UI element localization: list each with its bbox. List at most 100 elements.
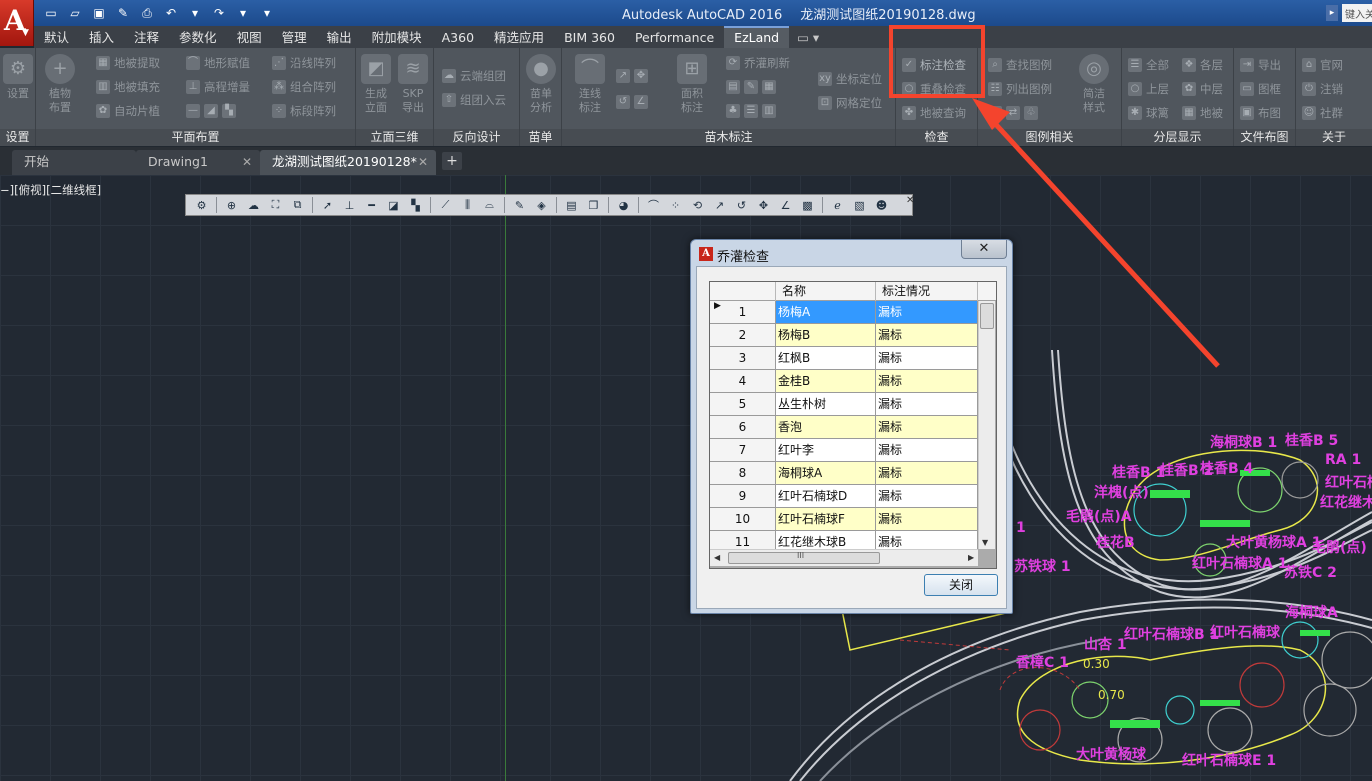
row-number[interactable]: 3 — [710, 347, 776, 370]
row-number[interactable]: 8 — [710, 462, 776, 485]
search-input[interactable]: 键入关键字 — [1342, 4, 1372, 22]
register-button[interactable]: ⏻ 注销 — [1302, 79, 1343, 99]
cell-name[interactable]: 红叶石楠球F — [776, 508, 876, 531]
table-row[interactable]: 4 金桂B 漏标 — [710, 370, 978, 393]
cell-status[interactable]: 漏标 — [876, 324, 978, 347]
tab-bim360[interactable]: BIM 360 — [554, 26, 625, 48]
scrollbar-thumb[interactable] — [980, 303, 994, 329]
sketchup-icon[interactable]: ◈ — [532, 197, 551, 214]
leader-icon[interactable]: ↗ — [710, 197, 729, 214]
generate-elevation-button[interactable]: ◩ 生成 立面 — [356, 54, 396, 115]
terrain-button[interactable]: ⌒ 地形赋值 — [186, 53, 250, 73]
print-icon[interactable]: ⎙ — [136, 4, 158, 22]
application-menu-button[interactable]: A ▼ — [0, 0, 34, 46]
ribbon-minimize-icon[interactable]: ▭ ▾ — [789, 26, 827, 48]
scatter-icon[interactable]: ⁘ — [666, 197, 685, 214]
mark-array-button[interactable]: ⁘ 标段阵列 — [272, 101, 336, 121]
tab-featured-apps[interactable]: 精选应用 — [484, 26, 554, 48]
label-tools-row-1[interactable]: ↗ ✥ — [616, 66, 648, 86]
select-frame-icon[interactable]: ⛶ — [266, 197, 285, 214]
coord-position-button[interactable]: xy 坐标定位 — [818, 69, 882, 89]
undo-icon[interactable]: ↶ — [160, 4, 182, 22]
tab-parametric[interactable]: 参数化 — [169, 26, 227, 48]
cell-name[interactable]: 香泡 — [776, 416, 876, 439]
combo-array-button[interactable]: ⁂ 组合阵列 — [272, 77, 336, 97]
scroll-left-icon[interactable]: ◀ — [714, 553, 720, 562]
table-row[interactable]: 10 红叶石楠球F 漏标 — [710, 508, 978, 531]
skp-export-button[interactable]: ≋ SKP 导出 — [393, 54, 433, 115]
layer-all-button[interactable]: ☰ 全部 — [1128, 55, 1169, 75]
color-wheel-icon[interactable]: ◕ — [614, 197, 633, 214]
table-icon[interactable]: ▤ — [562, 197, 581, 214]
cell-status[interactable]: 漏标 — [876, 347, 978, 370]
chevron-right-icon[interactable]: ▸ — [1326, 5, 1338, 21]
redo-icon[interactable]: ↷ — [208, 4, 230, 22]
cell-name[interactable]: 丛生朴树 — [776, 393, 876, 416]
legend-tools-row[interactable]: ⟲ ⇄ ♧ — [988, 103, 1038, 123]
row-number[interactable]: 7 — [710, 439, 776, 462]
cell-name[interactable]: 海桐球A — [776, 462, 876, 485]
table-row[interactable]: 6 香泡 漏标 — [710, 416, 978, 439]
rotate-icon[interactable]: ↺ — [732, 197, 751, 214]
browser-icon[interactable]: ℯ — [828, 197, 847, 214]
tab-insert[interactable]: 插入 — [79, 26, 124, 48]
cloud-group-button[interactable]: ☁ 云端组团 — [442, 66, 506, 86]
doc-tab-start[interactable]: 开始 — [12, 150, 136, 175]
cell-status[interactable]: 漏标 — [876, 462, 978, 485]
close-icon[interactable]: ✕ — [242, 150, 252, 174]
table-row[interactable]: 1 杨梅A 漏标 ▶ — [710, 301, 978, 324]
map-icon[interactable]: ▩ — [798, 197, 817, 214]
tab-annotate[interactable]: 注释 — [124, 26, 169, 48]
arc-icon[interactable]: ⌓ — [480, 197, 499, 214]
replace-icon[interactable]: ⟲ — [688, 197, 707, 214]
open-icon[interactable]: ▱ — [64, 4, 86, 22]
layout-button[interactable]: ▣ 布图 — [1240, 103, 1281, 123]
label-tools-row-2[interactable]: ↺ ∠ — [616, 92, 648, 112]
scrollbar-thumb[interactable]: III — [728, 551, 880, 564]
along-array-button[interactable]: ⋰ 沿线阵列 — [272, 53, 336, 73]
tab-ezland[interactable]: EzLand — [724, 26, 790, 48]
table-row[interactable]: 9 红叶石楠球D 漏标 — [710, 485, 978, 508]
tab-view[interactable]: 视图 — [227, 26, 272, 48]
cell-status[interactable]: 漏标 — [876, 301, 978, 324]
ground-query-button[interactable]: ✤ 地被查询 — [902, 103, 966, 123]
row-number[interactable]: 10 — [710, 508, 776, 531]
tab-performance[interactable]: Performance — [625, 26, 724, 48]
row-number[interactable]: 4 — [710, 370, 776, 393]
image-icon[interactable]: ▧ — [850, 197, 869, 214]
angle-icon[interactable]: ∠ — [776, 197, 795, 214]
table-row[interactable]: 2 杨梅B 漏标 — [710, 324, 978, 347]
new-icon[interactable]: ▭ — [40, 4, 62, 22]
extract-ground-button[interactable]: ▦ 地被提取 — [96, 53, 160, 73]
layer-ground-button[interactable]: ▦ 地被 — [1182, 103, 1223, 123]
saveas-icon[interactable]: ✎ — [112, 4, 134, 22]
curve-icon[interactable]: ⌒ — [644, 197, 663, 214]
tab-manage[interactable]: 管理 — [272, 26, 317, 48]
layer-top-button[interactable]: ○ 上层 — [1128, 79, 1169, 99]
penguin-icon[interactable]: ☻ — [872, 197, 891, 214]
layer-each-button[interactable]: ❖ 各层 — [1182, 55, 1223, 75]
doc-tab-current[interactable]: 龙湖测试图纸20190128* ✕ — [260, 150, 436, 175]
cell-name[interactable]: 金桂B — [776, 370, 876, 393]
community-button[interactable]: ☺ 社群 — [1302, 103, 1343, 123]
cell-status[interactable]: 漏标 — [876, 508, 978, 531]
tab-default[interactable]: 默认 — [34, 26, 79, 48]
table-row[interactable]: 5 丛生朴树 漏标 — [710, 393, 978, 416]
cell-name[interactable]: 红叶李 — [776, 439, 876, 462]
tab-addins[interactable]: 附加模块 — [362, 26, 432, 48]
cell-name[interactable]: 红叶石楠球D — [776, 485, 876, 508]
pointer-icon[interactable]: ➚ — [318, 197, 337, 214]
axis-icon[interactable]: ⊥ — [340, 197, 359, 214]
viewport-label[interactable]: −][俯视][二维线框] — [0, 182, 101, 198]
table-row[interactable]: 7 红叶李 漏标 — [710, 439, 978, 462]
close-icon[interactable]: ✕ — [906, 195, 914, 206]
column-header-status[interactable]: 标注情况 — [876, 282, 978, 301]
row-number[interactable]: 9 — [710, 485, 776, 508]
redo-dropdown-icon[interactable]: ▾ — [232, 4, 254, 22]
eraser-icon[interactable]: ◪ — [384, 197, 403, 214]
dialog-close-button[interactable]: ✕ — [961, 240, 1007, 259]
vertical-scrollbar[interactable]: ▼ — [978, 301, 995, 549]
line-label-button[interactable]: ⌒ 连线 标注 — [570, 54, 610, 115]
blocks-icon[interactable]: ▚ — [406, 197, 425, 214]
misc-tools-row[interactable]: — ◢ ▚ — [186, 101, 236, 121]
